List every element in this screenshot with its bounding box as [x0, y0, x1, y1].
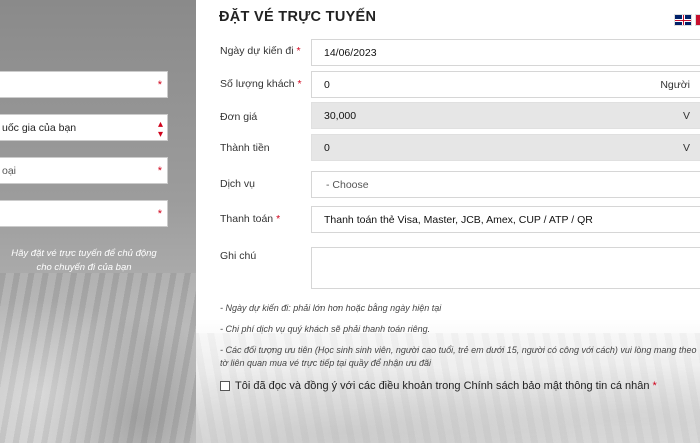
left-note: Hãy đặt vé trực tuyến để chủ động cho ch…: [0, 247, 168, 275]
required-mark: *: [157, 165, 162, 177]
total-field: 0 V: [311, 134, 700, 161]
guests-value: 0: [324, 78, 330, 91]
guests-input[interactable]: 0 Người: [311, 71, 700, 98]
service-value: - Choose: [326, 178, 369, 191]
chevron-updown-icon: ▴ ▾: [157, 119, 163, 140]
note-line: - Chi phí dịch vụ quý khách sẽ phải than…: [220, 324, 431, 334]
price-label: Đơn giá: [220, 111, 258, 123]
service-select[interactable]: - Choose: [311, 171, 700, 198]
left-note-line1: Hãy đặt vé trực tuyến để chủ động: [11, 248, 157, 259]
payment-select[interactable]: Thanh toán thẻ Visa, Master, JCB, Amex, …: [311, 206, 700, 233]
name-input[interactable]: *: [0, 71, 168, 98]
email-input[interactable]: *: [0, 200, 168, 227]
stone-carving-background: [0, 273, 196, 443]
guests-label: Số lượng khách *: [220, 78, 302, 90]
price-unit: V: [682, 109, 690, 122]
required-mark: *: [652, 380, 657, 392]
second-flag-icon[interactable]: [695, 14, 700, 26]
required-mark: *: [157, 208, 162, 220]
consent-text: Tôi đã đọc và đồng ý với các điều khoản …: [235, 380, 650, 392]
unit-price-field: 30,000 V: [311, 102, 700, 129]
consent-row[interactable]: Tôi đã đọc và đồng ý với các điều khoản …: [220, 380, 657, 392]
consent-checkbox[interactable]: [220, 381, 230, 391]
country-select[interactable]: uốc gia của bạn ▴ ▾: [0, 114, 168, 141]
left-panel: * uốc gia của bạn ▴ ▾ oại * * Hãy đặt vé …: [0, 0, 196, 443]
phone-input[interactable]: oại *: [0, 157, 168, 184]
price-value: 30,000: [324, 109, 357, 122]
date-value: 14/06/2023: [324, 46, 377, 59]
note-line: - Ngày dự kiến đi: phải lớn hơn hoặc bằn…: [220, 303, 442, 313]
payment-value: Thanh toán thẻ Visa, Master, JCB, Amex, …: [324, 213, 593, 226]
note-line: tờ liên quan mua vé trực tiếp tại quầy đ…: [220, 358, 431, 368]
payment-label: Thanh toán *: [220, 213, 281, 225]
date-input[interactable]: 14/06/2023: [311, 39, 700, 66]
required-mark: *: [157, 79, 162, 91]
left-note-line2: cho chuyến đi của bạn: [36, 262, 132, 273]
country-select-value: uốc gia của bạn: [2, 121, 77, 134]
note-label: Ghi chú: [220, 250, 257, 262]
phone-placeholder: oại: [2, 164, 17, 177]
note-textarea[interactable]: [311, 247, 700, 289]
service-label: Dịch vụ: [220, 178, 256, 190]
note-line: - Các đối tượng ưu tiên (Học sinh sinh v…: [220, 345, 697, 355]
date-label: Ngày dự kiến đi *: [220, 45, 301, 57]
total-label: Thành tiền: [220, 142, 270, 154]
total-unit: V: [682, 141, 690, 154]
booking-form-panel: ĐẶT VÉ TRỰC TUYẾN Ngày dự kiến đi * 14/0…: [196, 0, 700, 443]
total-value: 0: [324, 141, 330, 154]
uk-flag-icon[interactable]: [674, 14, 692, 26]
page-title: ĐẶT VÉ TRỰC TUYẾN: [219, 9, 377, 25]
guests-unit: Người: [660, 78, 690, 91]
